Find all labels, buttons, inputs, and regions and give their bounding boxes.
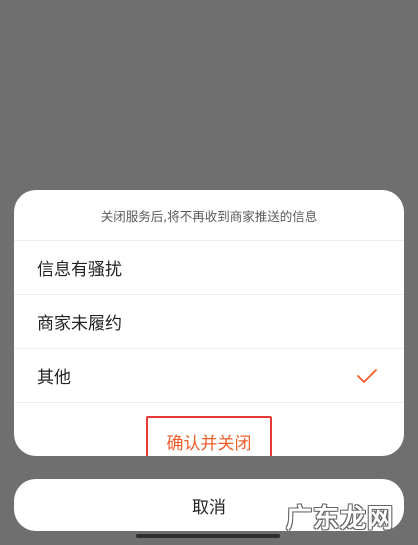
option-label: 信息有骚扰 — [37, 260, 122, 280]
option-other[interactable]: 其他 — [14, 349, 404, 403]
option-label: 商家未履约 — [37, 314, 122, 334]
check-icon — [356, 365, 378, 387]
close-service-sheet: 关闭服务后,将不再收到商家推送的信息 信息有骚扰 商家未履约 其他 确认并关闭 — [14, 190, 404, 456]
option-label: 其他 — [37, 368, 71, 388]
confirm-close-button[interactable]: 确认并关闭 — [146, 416, 272, 456]
watermark-logo: 广东龙网 — [286, 503, 395, 534]
sheet-header: 关闭服务后,将不再收到商家推送的信息 — [14, 190, 404, 241]
option-harassment[interactable]: 信息有骚扰 — [14, 241, 404, 295]
option-merchant-not-fulfilled[interactable]: 商家未履约 — [14, 295, 404, 349]
check-icon-svg — [357, 368, 377, 383]
home-indicator — [136, 534, 280, 538]
confirm-area: 确认并关闭 — [14, 403, 404, 456]
